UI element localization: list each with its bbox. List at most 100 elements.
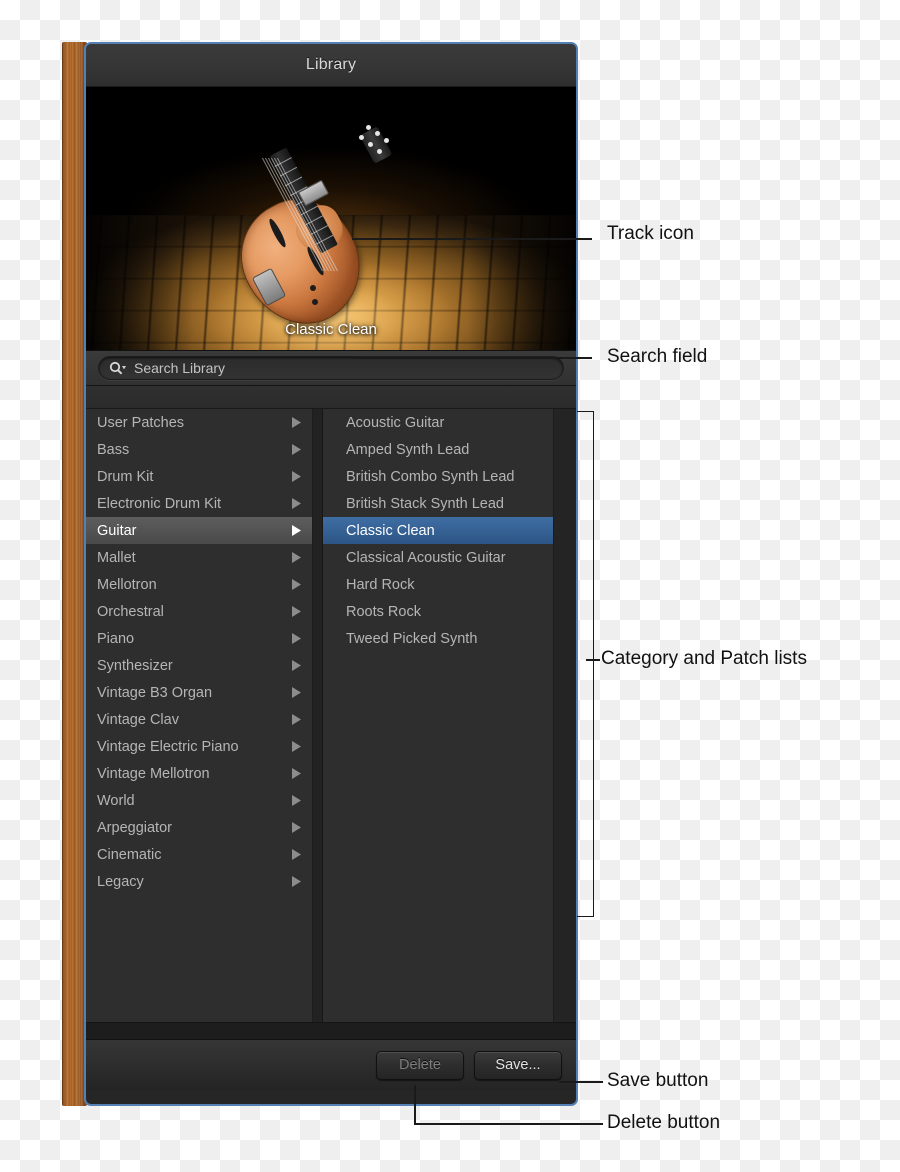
chevron-right-icon	[286, 849, 306, 860]
patch-label: Classical Acoustic Guitar	[346, 549, 506, 566]
category-row[interactable]: User Patches	[86, 409, 312, 436]
patch-row[interactable]: British Combo Synth Lead	[323, 463, 553, 490]
annotation-delete-button: Delete button	[607, 1112, 721, 1133]
category-row[interactable]: Vintage Mellotron	[86, 760, 312, 787]
annotation-search-field: Search field	[607, 346, 708, 367]
category-row[interactable]: Guitar	[86, 517, 312, 544]
category-row[interactable]: Bass	[86, 436, 312, 463]
patch-row[interactable]: Roots Rock	[323, 598, 553, 625]
chevron-right-icon	[286, 633, 306, 644]
category-label: Legacy	[97, 873, 144, 890]
chevron-right-icon	[286, 471, 306, 482]
patch-list-scrollbar[interactable]	[553, 409, 576, 1022]
patch-label: Classic Clean	[346, 522, 435, 539]
patch-row[interactable]: Classic Clean	[323, 517, 553, 544]
chevron-right-icon	[286, 660, 306, 671]
bracket-category-patch-lists	[577, 411, 594, 917]
chevron-right-icon	[286, 552, 306, 563]
chevron-right-icon	[286, 822, 306, 833]
patch-list[interactable]: Acoustic Guitar Amped Synth Lead British C…	[323, 409, 553, 1022]
search-field[interactable]: Search Library	[98, 356, 564, 380]
category-row[interactable]: Vintage Electric Piano	[86, 733, 312, 760]
chevron-right-icon	[286, 417, 306, 428]
patch-label: British Combo Synth Lead	[346, 468, 515, 485]
library-window: Library Classic Clean Search Library Use…	[84, 42, 578, 1106]
search-input[interactable]: Search Library	[134, 360, 225, 376]
chevron-right-icon	[286, 687, 306, 698]
library-toolbar: Delete Save...	[86, 1040, 576, 1090]
save-button[interactable]: Save...	[474, 1050, 562, 1080]
patch-label: Acoustic Guitar	[346, 414, 445, 431]
category-label: Vintage Electric Piano	[97, 738, 239, 755]
list-divider	[313, 409, 323, 1022]
library-lists: User Patches Bass Drum Kit Electronic Drum …	[86, 409, 576, 1022]
category-label: Arpeggiator	[97, 819, 172, 836]
search-icon[interactable]	[109, 361, 126, 375]
patch-row[interactable]: Hard Rock	[323, 571, 553, 598]
category-row[interactable]: Orchestral	[86, 598, 312, 625]
category-row[interactable]: World	[86, 787, 312, 814]
chevron-right-icon	[286, 579, 306, 590]
chevron-right-icon	[286, 525, 306, 536]
window-titlebar: Library	[86, 44, 576, 87]
patch-label: Hard Rock	[346, 576, 415, 593]
category-label: Vintage B3 Organ	[97, 684, 213, 701]
patch-label: British Stack Synth Lead	[346, 495, 504, 512]
category-row[interactable]: Synthesizer	[86, 652, 312, 679]
category-label: Electronic Drum Kit	[97, 495, 222, 512]
patch-label: Roots Rock	[346, 603, 421, 620]
patch-row[interactable]: Tweed Picked Synth	[323, 625, 553, 652]
window-title: Library	[305, 56, 357, 73]
category-row[interactable]: Mallet	[86, 544, 312, 571]
guitar-icon	[221, 123, 428, 345]
bracket-tick	[586, 659, 600, 661]
patch-label: Tweed Picked Synth	[346, 630, 478, 647]
chevron-right-icon	[286, 606, 306, 617]
patch-row[interactable]: British Stack Synth Lead	[323, 490, 553, 517]
category-label: Vintage Mellotron	[97, 765, 210, 782]
track-icon[interactable]: Classic Clean	[86, 87, 576, 350]
chevron-right-icon	[286, 768, 306, 779]
category-label: User Patches	[97, 414, 185, 431]
category-label: Cinematic	[97, 846, 162, 863]
leader-search-field	[355, 357, 592, 359]
toolbar-separator	[86, 1022, 576, 1040]
category-row[interactable]: Piano	[86, 625, 312, 652]
category-row[interactable]: Electronic Drum Kit	[86, 490, 312, 517]
leader-track-icon	[352, 238, 592, 240]
chevron-right-icon	[286, 444, 306, 455]
patch-row[interactable]: Classical Acoustic Guitar	[323, 544, 553, 571]
category-label: Piano	[97, 630, 135, 647]
chevron-right-icon	[286, 795, 306, 806]
category-row[interactable]: Vintage Clav	[86, 706, 312, 733]
category-row[interactable]: Cinematic	[86, 841, 312, 868]
category-label: Mellotron	[97, 576, 157, 593]
patch-row[interactable]: Acoustic Guitar	[323, 409, 553, 436]
category-row[interactable]: Vintage B3 Organ	[86, 679, 312, 706]
chevron-right-icon	[286, 498, 306, 509]
category-row[interactable]: Arpeggiator	[86, 814, 312, 841]
category-row[interactable]: Mellotron	[86, 571, 312, 598]
category-row[interactable]: Drum Kit	[86, 463, 312, 490]
category-label: Bass	[97, 441, 130, 458]
annotation-save-button: Save button	[607, 1070, 709, 1091]
category-label: World	[97, 792, 135, 809]
leader-save-button	[559, 1081, 603, 1083]
leader-delete-button-horizontal	[414, 1123, 603, 1125]
category-label: Synthesizer	[97, 657, 173, 674]
search-bar: Search Library	[86, 350, 576, 386]
category-list[interactable]: User Patches Bass Drum Kit Electronic Drum …	[86, 409, 313, 1022]
leader-delete-button-vertical	[414, 1085, 416, 1123]
annotation-category-patch-lists: Category and Patch lists	[601, 648, 807, 669]
annotation-track-icon: Track icon	[607, 223, 694, 244]
patch-label: Amped Synth Lead	[346, 441, 470, 458]
category-row[interactable]: Legacy	[86, 868, 312, 895]
chevron-right-icon	[286, 741, 306, 752]
list-header-strip	[86, 386, 576, 409]
category-label: Guitar	[97, 522, 137, 539]
category-label: Vintage Clav	[97, 711, 179, 728]
delete-button[interactable]: Delete	[376, 1050, 464, 1080]
patch-row[interactable]: Amped Synth Lead	[323, 436, 553, 463]
category-label: Drum Kit	[97, 468, 154, 485]
category-label: Orchestral	[97, 603, 164, 620]
